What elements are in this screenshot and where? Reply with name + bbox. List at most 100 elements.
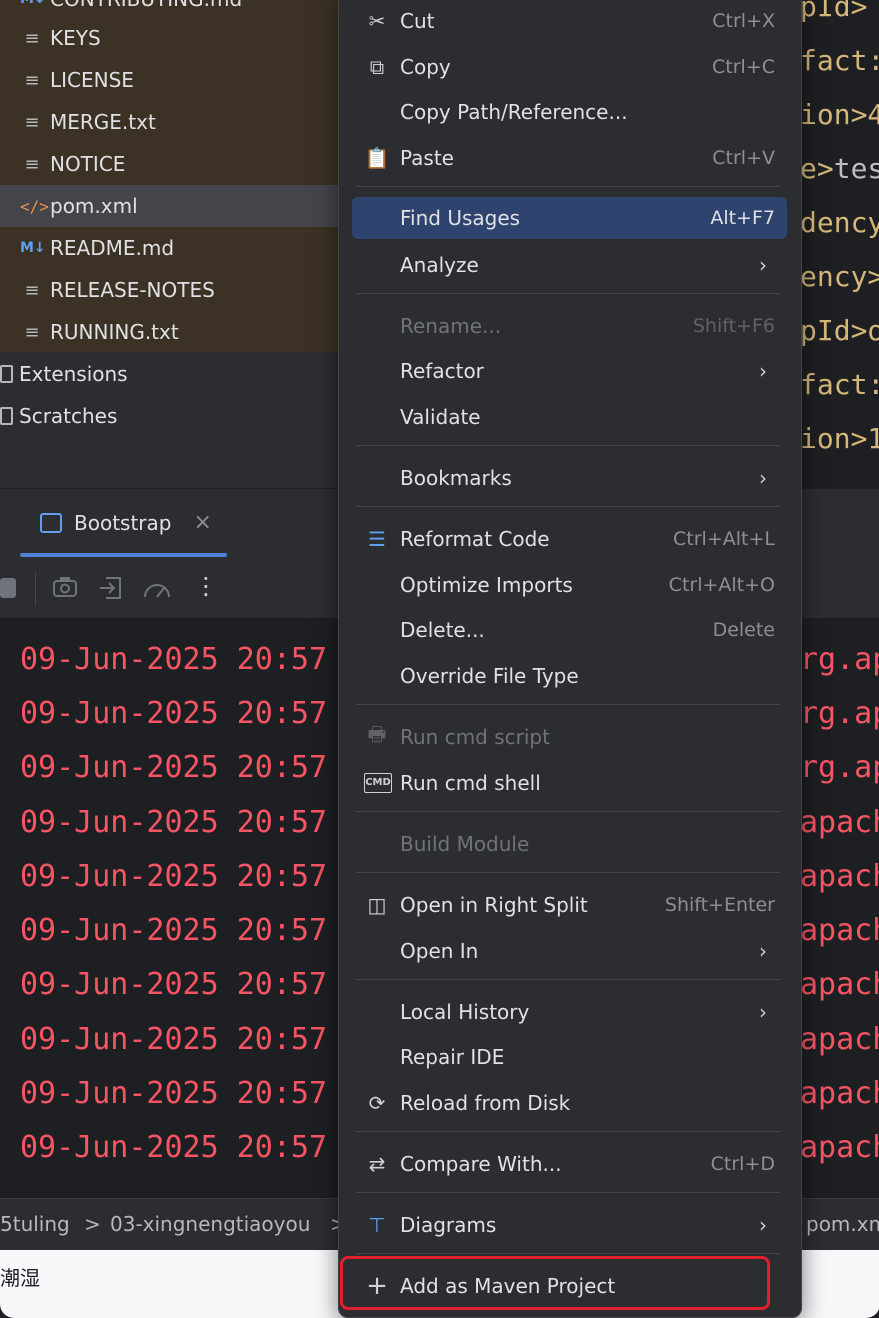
menu-item-diagrams[interactable]: ⊤ Diagrams ›: [352, 1204, 787, 1246]
tree-item-label: RUNNING.txt: [50, 320, 179, 344]
log-line-tail: apach: [800, 913, 879, 948]
tree-item-release-notes[interactable]: ≡ RELEASE-NOTES: [0, 269, 338, 311]
menu-item-reload-from-disk[interactable]: ⟳ Reload from Disk: [352, 1082, 787, 1124]
highlight-outline: [340, 1256, 770, 1310]
menu-separator: [356, 293, 780, 294]
code-line: ion>1: [800, 422, 879, 455]
chevron-right-icon: ›: [759, 466, 767, 490]
menu-separator: [356, 186, 780, 187]
log-line: 09-Jun-2025 20:57: [20, 642, 328, 677]
menu-item-repair-ide[interactable]: Repair IDE: [352, 1036, 787, 1078]
menu-item-override-file-type[interactable]: Override File Type: [352, 655, 787, 697]
folder-icon: [0, 365, 13, 383]
log-line: 09-Jun-2025 20:57: [20, 913, 328, 948]
menu-item-copy[interactable]: ⧉ Copy Ctrl+C: [352, 46, 787, 88]
menu-item-compare-with[interactable]: ⇄ Compare With... Ctrl+D: [352, 1143, 787, 1185]
menu-item-copy-path[interactable]: Copy Path/Reference...: [352, 91, 787, 133]
breadcrumb-item[interactable]: 5tuling: [0, 1212, 70, 1236]
reload-icon: ⟳: [368, 1091, 386, 1115]
tree-item-label: NOTICE: [50, 152, 126, 176]
chevron-right-icon: ›: [759, 359, 767, 383]
tree-item-merge[interactable]: ≡ MERGE.txt: [0, 101, 338, 143]
breadcrumb-separator: >: [84, 1212, 101, 1236]
menu-item-refactor[interactable]: Refactor ›: [352, 350, 787, 392]
gauge-icon[interactable]: [142, 577, 172, 601]
tree-item-keys[interactable]: ≡ KEYS: [0, 17, 338, 59]
camera-icon[interactable]: [52, 576, 78, 598]
editor-pane[interactable]: pId> fact: ion>4 e>tes dency ency> pId>o…: [798, 0, 879, 488]
log-line-tail: apach: [800, 1130, 879, 1165]
log-line: 09-Jun-2025 20:57: [20, 696, 328, 731]
chevron-right-icon: ›: [759, 939, 767, 963]
menu-item-delete[interactable]: Delete... Delete: [352, 609, 787, 651]
breadcrumb-item[interactable]: pom.xml: [806, 1212, 879, 1236]
text-file-icon: ≡: [24, 111, 40, 133]
menu-separator: [356, 1131, 780, 1132]
tab-bootstrap[interactable]: Bootstrap ×: [40, 510, 212, 535]
text-file-icon: ≡: [24, 153, 40, 175]
menu-item-run-cmd-script[interactable]: 🖶 Run cmd script: [352, 716, 787, 758]
log-line-tail: rg.ap: [800, 696, 879, 731]
menu-item-paste[interactable]: 📋 Paste Ctrl+V: [352, 137, 787, 179]
code-line: ion>4: [800, 98, 879, 131]
code-line: fact:: [800, 44, 879, 77]
menu-item-run-cmd-shell[interactable]: CMD Run cmd shell: [352, 762, 787, 804]
log-line: 09-Jun-2025 20:57: [20, 750, 328, 785]
tab-label: Bootstrap: [74, 510, 172, 535]
log-line-tail: rg.ap: [800, 750, 879, 785]
log-line: 09-Jun-2025 20:57: [20, 1022, 328, 1057]
status-text: 潮湿: [0, 1266, 40, 1290]
menu-item-validate[interactable]: Validate: [352, 396, 787, 438]
tree-item-notice[interactable]: ≡ NOTICE: [0, 143, 338, 185]
menu-separator: [356, 1253, 780, 1254]
menu-item-open-in[interactable]: Open In ›: [352, 930, 787, 972]
menu-item-rename[interactable]: Rename... Shift+F6: [352, 305, 787, 347]
close-icon[interactable]: ×: [193, 510, 211, 535]
chevron-right-icon: ›: [759, 253, 767, 277]
more-icon[interactable]: ⋮: [194, 572, 218, 600]
menu-item-find-usages[interactable]: Find Usages Alt+F7: [352, 197, 787, 239]
tree-item-label: Extensions: [19, 362, 128, 386]
log-line-tail: rg.ap: [800, 642, 879, 677]
code-line: fact:: [800, 368, 879, 401]
tree-item-label: CONTRIBUTING.md: [50, 0, 242, 11]
menu-separator: [356, 445, 780, 446]
menu-item-analyze[interactable]: Analyze ›: [352, 244, 787, 286]
tree-item-running[interactable]: ≡ RUNNING.txt: [0, 311, 338, 353]
log-line: 09-Jun-2025 20:57: [20, 1076, 328, 1111]
menu-item-open-right-split[interactable]: ◫ Open in Right Split Shift+Enter: [352, 884, 787, 926]
markdown-icon: M↓: [20, 0, 46, 7]
log-line-tail: apach: [800, 967, 879, 1002]
menu-item-bookmarks[interactable]: Bookmarks ›: [352, 457, 787, 499]
tree-item-label: Scratches: [19, 404, 118, 428]
import-icon[interactable]: [98, 575, 124, 601]
active-tab-indicator: [20, 553, 227, 557]
tree-item-license[interactable]: ≡ LICENSE: [0, 59, 338, 101]
menu-separator: [356, 811, 780, 812]
reformat-icon: ☰: [368, 527, 386, 551]
tree-item-pom[interactable]: </> pom.xml: [0, 185, 338, 227]
menu-separator: [356, 506, 780, 507]
menu-item-build-module[interactable]: Build Module: [352, 823, 787, 865]
menu-item-local-history[interactable]: Local History ›: [352, 991, 787, 1033]
tree-item-readme[interactable]: M↓ README.md: [0, 227, 338, 269]
menu-item-reformat-code[interactable]: ☰ Reformat Code Ctrl+Alt+L: [352, 518, 787, 560]
compare-icon: ⇄: [368, 1152, 386, 1176]
chevron-right-icon: ›: [759, 1213, 767, 1237]
clipboard-icon: 📋: [364, 146, 390, 170]
scissors-icon: ✂: [368, 9, 386, 33]
toolbar-divider: [35, 572, 36, 606]
tree-item-label: README.md: [50, 236, 175, 260]
menu-item-cut[interactable]: ✂ Cut Ctrl+X: [352, 0, 787, 42]
text-file-icon: ≡: [24, 27, 40, 49]
breadcrumb-item[interactable]: 03-xingnengtiaoyou: [110, 1212, 310, 1236]
tree-item-scratches[interactable]: Scratches: [0, 395, 117, 437]
menu-item-optimize-imports[interactable]: Optimize Imports Ctrl+Alt+O: [352, 564, 787, 606]
stop-icon[interactable]: [0, 578, 16, 598]
tree-item-extensions[interactable]: Extensions: [0, 353, 128, 395]
log-line: 09-Jun-2025 20:57: [20, 805, 328, 840]
log-line: 09-Jun-2025 20:57: [20, 967, 328, 1002]
menu-separator: [356, 979, 780, 980]
code-line: dency: [800, 206, 879, 239]
tree-item-label: LICENSE: [50, 68, 134, 92]
